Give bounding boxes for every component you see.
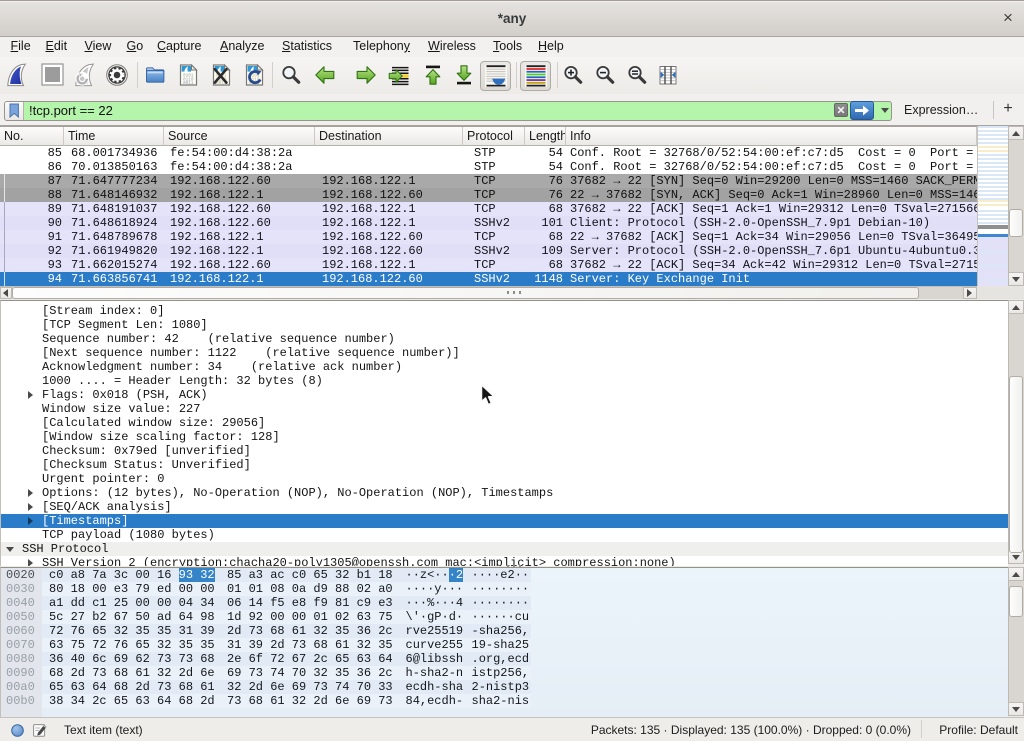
- svg-text:0011: 0011: [183, 81, 194, 86]
